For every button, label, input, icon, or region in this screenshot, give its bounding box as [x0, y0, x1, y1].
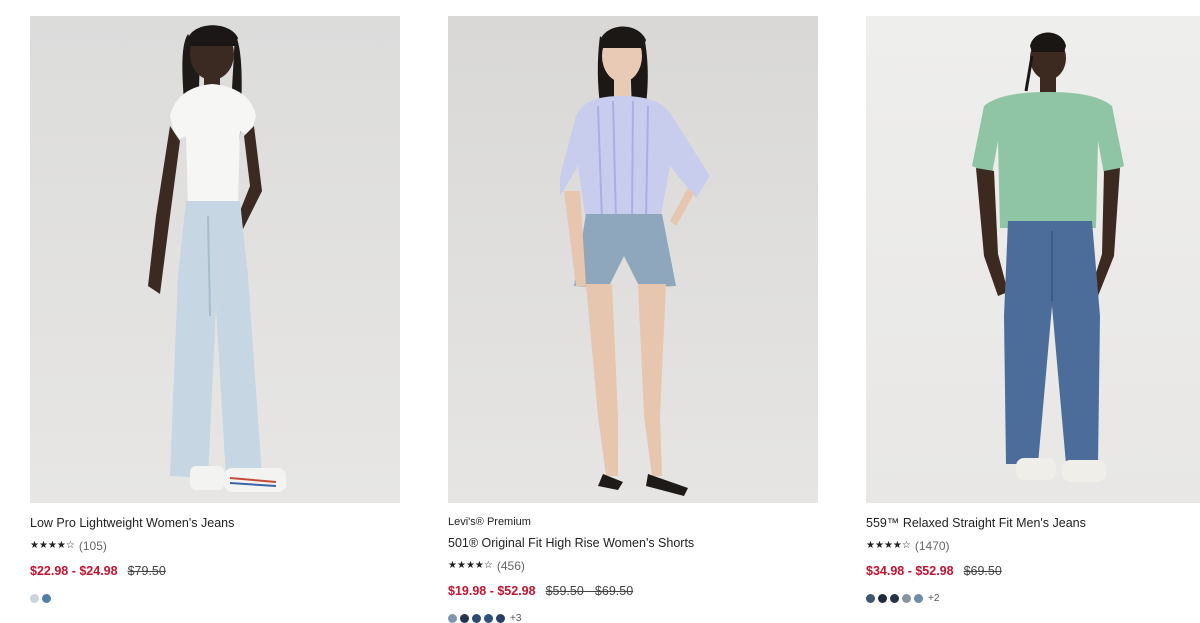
star-filled-icon: ★ [874, 540, 884, 551]
color-swatch[interactable] [902, 593, 911, 603]
color-swatch[interactable] [890, 593, 899, 603]
product-photo-women-jeans [30, 16, 400, 503]
original-price: $79.50 [127, 564, 166, 578]
star-filled-icon: ★ [883, 540, 893, 551]
original-price: $69.50 [963, 564, 1002, 578]
product-name[interactable]: Low Pro Lightweight Women's Jeans [30, 516, 400, 531]
color-swatch[interactable] [878, 593, 887, 603]
color-swatch[interactable] [30, 593, 39, 603]
product-rating: ★ ★ ★ ★ ☆ (105) [30, 539, 400, 553]
review-count[interactable]: (1470) [915, 539, 950, 553]
star-filled-icon: ★ [47, 540, 57, 551]
color-swatch[interactable] [496, 613, 505, 623]
product-name[interactable]: 501® Original Fit High Rise Women's Shor… [448, 536, 818, 551]
product-rating: ★ ★ ★ ★ ☆ (1470) [866, 539, 1200, 553]
color-swatches [30, 593, 400, 603]
color-swatch[interactable] [866, 593, 875, 603]
star-empty-icon: ☆ [483, 560, 493, 571]
star-filled-icon: ★ [56, 540, 66, 551]
star-filled-icon: ★ [892, 540, 902, 551]
sale-price: $22.98 - $24.98 [30, 564, 118, 578]
star-filled-icon: ★ [456, 560, 466, 571]
product-prices: $22.98 - $24.98 $79.50 [30, 563, 400, 579]
product-rating: ★ ★ ★ ★ ☆ (456) [448, 559, 818, 573]
review-count[interactable]: (456) [497, 559, 525, 573]
product-prices: $19.98 - $52.98 $59.50 - $69.50 [448, 583, 818, 599]
color-swatch[interactable] [914, 593, 923, 603]
product-photo-women-shorts [448, 16, 818, 503]
product-brand: Levi's® Premium [448, 516, 531, 528]
color-swatch[interactable] [42, 593, 51, 603]
star-empty-icon: ☆ [901, 540, 911, 551]
sale-price: $34.98 - $52.98 [866, 564, 954, 578]
star-filled-icon: ★ [30, 540, 39, 551]
product-image[interactable] [448, 16, 818, 503]
star-filled-icon: ★ [38, 540, 48, 551]
color-swatch[interactable] [460, 613, 469, 623]
sale-price: $19.98 - $52.98 [448, 584, 536, 598]
product-photo-men-jeans [866, 16, 1200, 503]
review-count[interactable]: (105) [79, 539, 107, 553]
color-swatch[interactable] [472, 613, 481, 623]
product-prices: $34.98 - $52.98 $69.50 [866, 563, 1200, 579]
star-filled-icon: ★ [866, 540, 875, 551]
star-filled-icon: ★ [448, 560, 457, 571]
color-swatch[interactable] [484, 613, 493, 623]
color-swatch[interactable] [448, 613, 457, 623]
star-filled-icon: ★ [474, 560, 484, 571]
color-swatches: +3 [448, 613, 818, 623]
more-swatches[interactable]: +3 [510, 613, 521, 623]
product-name[interactable]: 559™ Relaxed Straight Fit Men's Jeans [866, 516, 1200, 531]
product-card[interactable]: Levi's® Premium 501® Original Fit High R… [448, 16, 818, 623]
original-price: $59.50 - $69.50 [545, 584, 634, 598]
star-empty-icon: ☆ [65, 540, 75, 551]
star-filled-icon: ★ [465, 560, 475, 571]
product-card[interactable]: Low Pro Lightweight Women's Jeans ★ ★ ★ … [30, 16, 400, 603]
product-image[interactable] [866, 16, 1200, 503]
color-swatches: +2 [866, 593, 1200, 604]
product-image[interactable] [30, 16, 400, 503]
product-card[interactable]: 559™ Relaxed Straight Fit Men's Jeans ★ … [866, 16, 1200, 604]
more-swatches[interactable]: +2 [928, 593, 939, 604]
